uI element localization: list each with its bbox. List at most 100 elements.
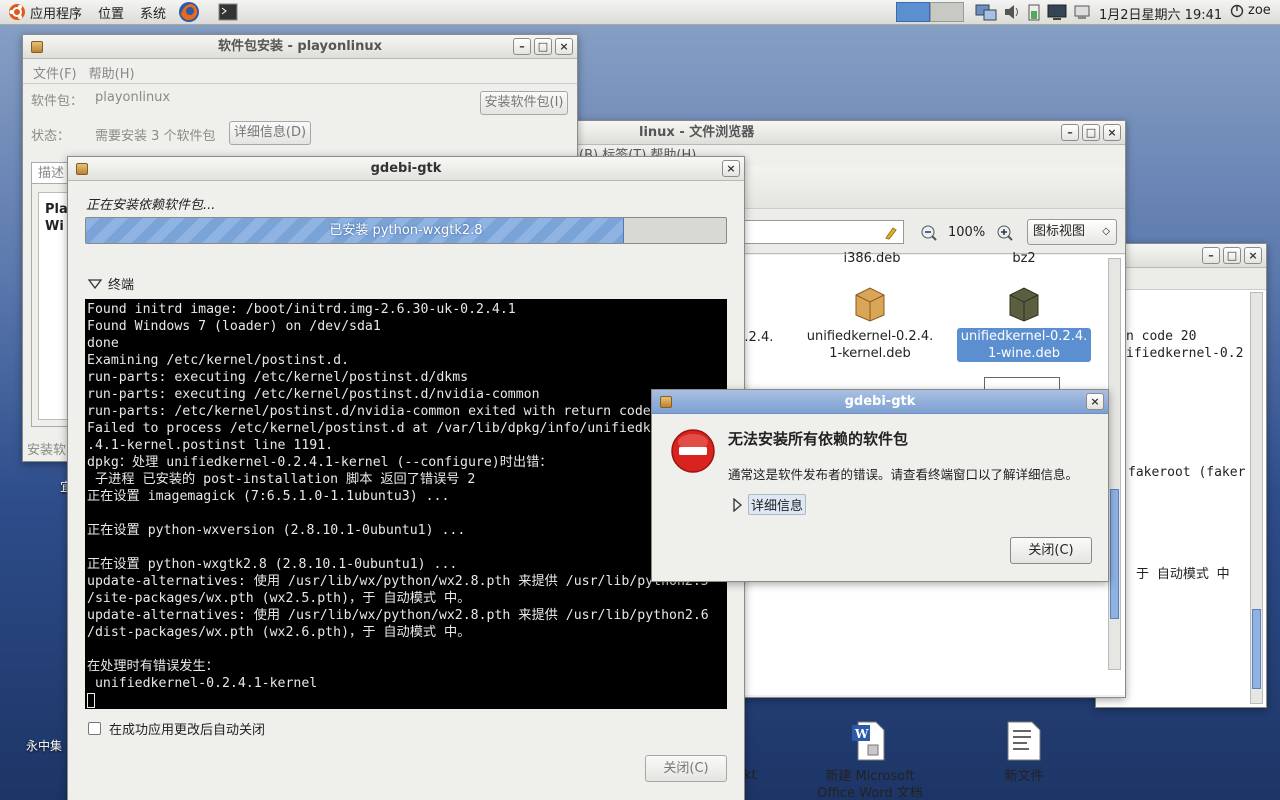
gdebi-main-window[interactable]: gdebi-gtk × 正在安装依赖软件包... 已安装 python-wxgt… bbox=[67, 156, 745, 800]
file-label: unifiedkernel-0.2.4. bbox=[960, 329, 1088, 344]
system-menu[interactable]: 系统 bbox=[132, 0, 174, 25]
places-menu[interactable]: 位置 bbox=[90, 0, 132, 25]
error-message: 通常这是软件发布者的错误。请查看终端窗口以了解详细信息。 bbox=[728, 467, 1079, 482]
close-icon[interactable]: × bbox=[1103, 124, 1121, 141]
terminal-output-line: Examining /etc/kernel/postinst.d. bbox=[87, 353, 350, 368]
package-install-titlebar[interactable]: 软件包安装 - playonlinux – □ × bbox=[23, 35, 577, 59]
package-install-title: 软件包安装 - playonlinux bbox=[217, 39, 383, 54]
applications-menu-label: 应用程序 bbox=[30, 6, 83, 22]
clear-icon[interactable] bbox=[883, 224, 899, 240]
applications-menu[interactable]: 应用程序 bbox=[0, 0, 90, 25]
file-label: 新建 Microsoft bbox=[825, 769, 915, 784]
tab-description[interactable]: 描述 bbox=[31, 162, 71, 184]
footer-status: 安装软 bbox=[27, 443, 67, 458]
file-item[interactable]: 新文件 bbox=[964, 719, 1084, 785]
package-window-icon bbox=[31, 41, 43, 53]
desktop-icon-label[interactable]: 永中集 bbox=[26, 737, 62, 754]
file-item[interactable]: W 新建 Microsoft Office Word 文档 bbox=[800, 719, 940, 797]
volume-icon[interactable] bbox=[1003, 2, 1021, 22]
svg-text:W: W bbox=[854, 727, 869, 741]
autoclose-label: 在成功应用更改后自动关闭 bbox=[109, 723, 266, 738]
power-icon bbox=[1230, 4, 1244, 17]
maximize-icon[interactable]: □ bbox=[1223, 247, 1241, 264]
details-label: 详细信息 bbox=[748, 494, 807, 515]
close-icon[interactable]: × bbox=[1244, 247, 1262, 264]
minimize-icon[interactable]: – bbox=[1202, 247, 1220, 264]
minimize-icon[interactable]: – bbox=[1061, 124, 1079, 141]
terminal-output-line: 正在设置 python-wxversion (2.8.10.1-0ubuntu1… bbox=[87, 523, 466, 538]
install-progress-bar: 已安装 python-wxgtk2.8 bbox=[85, 217, 727, 244]
gdebi-title: gdebi-gtk bbox=[370, 161, 442, 176]
menu-help[interactable]: 帮助(H) bbox=[89, 63, 135, 82]
firefox-icon bbox=[179, 2, 200, 22]
user-switcher[interactable]: zoe bbox=[1230, 3, 1271, 18]
file-item-selected[interactable]: unifiedkernel-0.2.4. 1-wine.deb bbox=[954, 283, 1094, 362]
network-wired-icon[interactable] bbox=[1073, 2, 1093, 22]
file-label: 新文件 bbox=[1004, 769, 1044, 784]
view-mode-select[interactable]: 图标视图 ◇ bbox=[1027, 219, 1117, 245]
file-browser-titlebar[interactable]: linux - 文件浏览器 – □ × bbox=[564, 121, 1125, 145]
file-label: kt bbox=[744, 768, 757, 783]
autoclose-checkbox[interactable] bbox=[88, 722, 101, 735]
install-package-button[interactable]: 安装软件包(I) bbox=[480, 91, 568, 115]
gdebi-titlebar[interactable]: gdebi-gtk × bbox=[68, 157, 744, 181]
minimize-icon[interactable]: – bbox=[513, 38, 531, 55]
menu-file[interactable]: 文件(F) bbox=[33, 63, 77, 82]
workspace-switcher[interactable] bbox=[896, 2, 964, 22]
clock[interactable]: 1月2日星期六 19:41 bbox=[1099, 4, 1222, 23]
terminal-output-line: unifiedkernel-0.2.4.1-kernel bbox=[87, 676, 318, 691]
package-menubar: 文件(F) 帮助(H) bbox=[33, 63, 135, 82]
scrollbar-thumb[interactable] bbox=[1110, 489, 1119, 619]
terminal-output-line: update-alternatives: 使用 /usr/lib/wx/pyth… bbox=[87, 574, 709, 589]
dialog-close-button[interactable]: 关闭(C) bbox=[1010, 537, 1092, 564]
terminal-output-line: 子进程 已安装的 post-installation 脚本 返回了错误号 2 bbox=[87, 472, 476, 487]
scrollbar-thumb[interactable] bbox=[1252, 609, 1261, 689]
terminal-launcher[interactable] bbox=[204, 0, 252, 25]
battery-icon[interactable] bbox=[1027, 2, 1041, 22]
file-item-partial[interactable]: kt bbox=[744, 767, 774, 784]
install-status-text: 正在安装依赖软件包... bbox=[86, 198, 216, 213]
description-text-2: Wi bbox=[45, 219, 64, 234]
file-item[interactable]: i386.deb bbox=[812, 250, 932, 267]
file-view-scrollbar[interactable] bbox=[1108, 258, 1121, 670]
close-icon[interactable]: × bbox=[555, 38, 573, 55]
zoom-out-icon[interactable] bbox=[920, 224, 938, 242]
autoclose-option[interactable]: 在成功应用更改后自动关闭 bbox=[88, 719, 265, 738]
close-button-disabled[interactable]: 关闭(C) bbox=[645, 755, 727, 782]
details-expander[interactable]: 详细信息 bbox=[732, 494, 807, 515]
places-menu-label: 位置 bbox=[98, 6, 125, 22]
zoom-level: 100% bbox=[948, 225, 986, 240]
terminal-output-line: /dist-packages/wx.pth (wx2.6.pth)，于 自动模式… bbox=[87, 625, 471, 640]
close-icon[interactable]: × bbox=[1086, 393, 1104, 410]
workspace-2[interactable] bbox=[930, 2, 964, 22]
terminal-cursor bbox=[87, 692, 725, 709]
firefox-launcher[interactable] bbox=[174, 0, 204, 25]
terminal-icon bbox=[218, 3, 238, 21]
package-window-controls: – □ × bbox=[513, 38, 573, 55]
zoom-in-icon[interactable] bbox=[996, 224, 1014, 242]
terminal-scrollbar[interactable] bbox=[1250, 292, 1263, 704]
network-manager-icon[interactable] bbox=[975, 2, 997, 22]
terminal-output-line: Failed to process /etc/kernel/postinst.d… bbox=[87, 421, 651, 436]
tab-description-label: 描述 bbox=[38, 166, 65, 181]
select-arrows-icon: ◇ bbox=[1102, 226, 1110, 237]
terminal-expander[interactable]: 终端 bbox=[88, 274, 134, 293]
error-dialog-titlebar[interactable]: gdebi-gtk × bbox=[652, 390, 1108, 414]
maximize-icon[interactable]: □ bbox=[534, 38, 552, 55]
install-terminal[interactable]: Found initrd image: /boot/initrd.img-2.6… bbox=[85, 299, 727, 709]
workspace-1[interactable] bbox=[896, 2, 930, 22]
status-value: 需要安装 3 个软件包 bbox=[95, 129, 216, 144]
details-button[interactable]: 详细信息(D) bbox=[229, 121, 311, 145]
file-item[interactable]: unifiedkernel-0.2.4. 1-kernel.deb bbox=[800, 283, 940, 362]
maximize-icon[interactable]: □ bbox=[1082, 124, 1100, 141]
terminal-output-line: /site-packages/wx.pth (wx2.5.pth)，于 自动模式… bbox=[87, 591, 471, 606]
terminal-output-line: update-alternatives: 使用 /usr/lib/wx/pyth… bbox=[87, 608, 709, 623]
display-icon[interactable] bbox=[1047, 2, 1067, 22]
error-dialog[interactable]: gdebi-gtk × 无法安装所有依赖的软件包 通常这是软件发布者的错误。请查… bbox=[651, 389, 1109, 582]
close-icon[interactable]: × bbox=[722, 160, 740, 177]
file-item[interactable]: bz2 bbox=[964, 250, 1084, 267]
terminal-line: ifiedkernel-0.2 bbox=[1126, 346, 1244, 361]
terminal-window-controls: – □ × bbox=[1202, 247, 1262, 264]
